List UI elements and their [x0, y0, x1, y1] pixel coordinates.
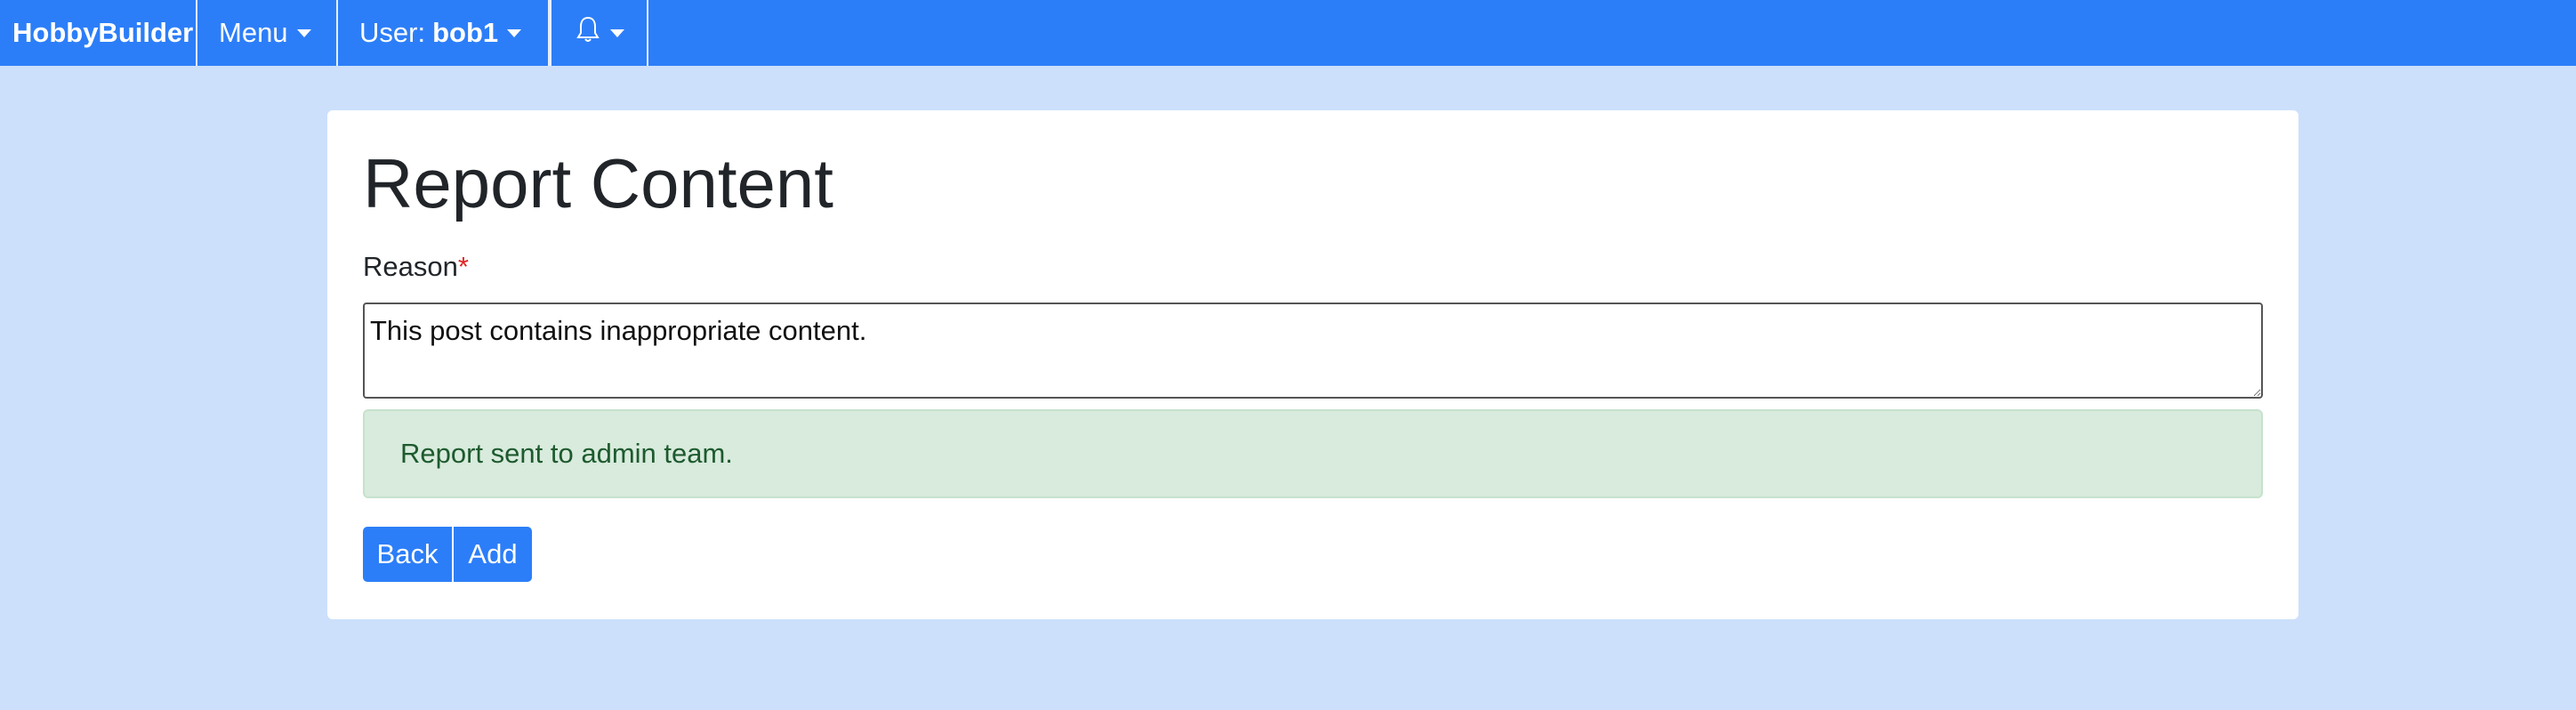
chevron-down-icon [296, 28, 311, 37]
top-navbar: HobbyBuilder Menu User: bob1 [0, 0, 2576, 66]
reason-label: Reason* [363, 251, 469, 283]
notifications-dropdown[interactable] [550, 0, 648, 66]
reason-textarea[interactable]: This post contains inappropriate content… [363, 303, 2263, 399]
user-name: bob1 [432, 17, 499, 48]
user-prefix: User: [359, 17, 426, 48]
user-dropdown[interactable]: User: bob1 [338, 0, 550, 66]
menu-label: Menu [219, 17, 288, 48]
menu-dropdown[interactable]: Menu [197, 0, 338, 66]
back-button[interactable]: Back [363, 527, 452, 582]
reason-label-text: Reason [363, 251, 458, 282]
page-title: Report Content [363, 144, 833, 222]
chevron-down-icon [609, 28, 624, 37]
required-marker: * [457, 251, 469, 282]
bell-icon [575, 15, 601, 51]
success-alert: Report sent to admin team. [363, 409, 2263, 498]
chevron-down-icon [507, 28, 522, 37]
success-alert-text: Report sent to admin team. [400, 438, 733, 469]
add-button[interactable]: Add [452, 527, 532, 582]
report-card: Report Content Reason* This post contain… [327, 110, 2298, 619]
brand-logo[interactable]: HobbyBuilder [0, 0, 197, 66]
